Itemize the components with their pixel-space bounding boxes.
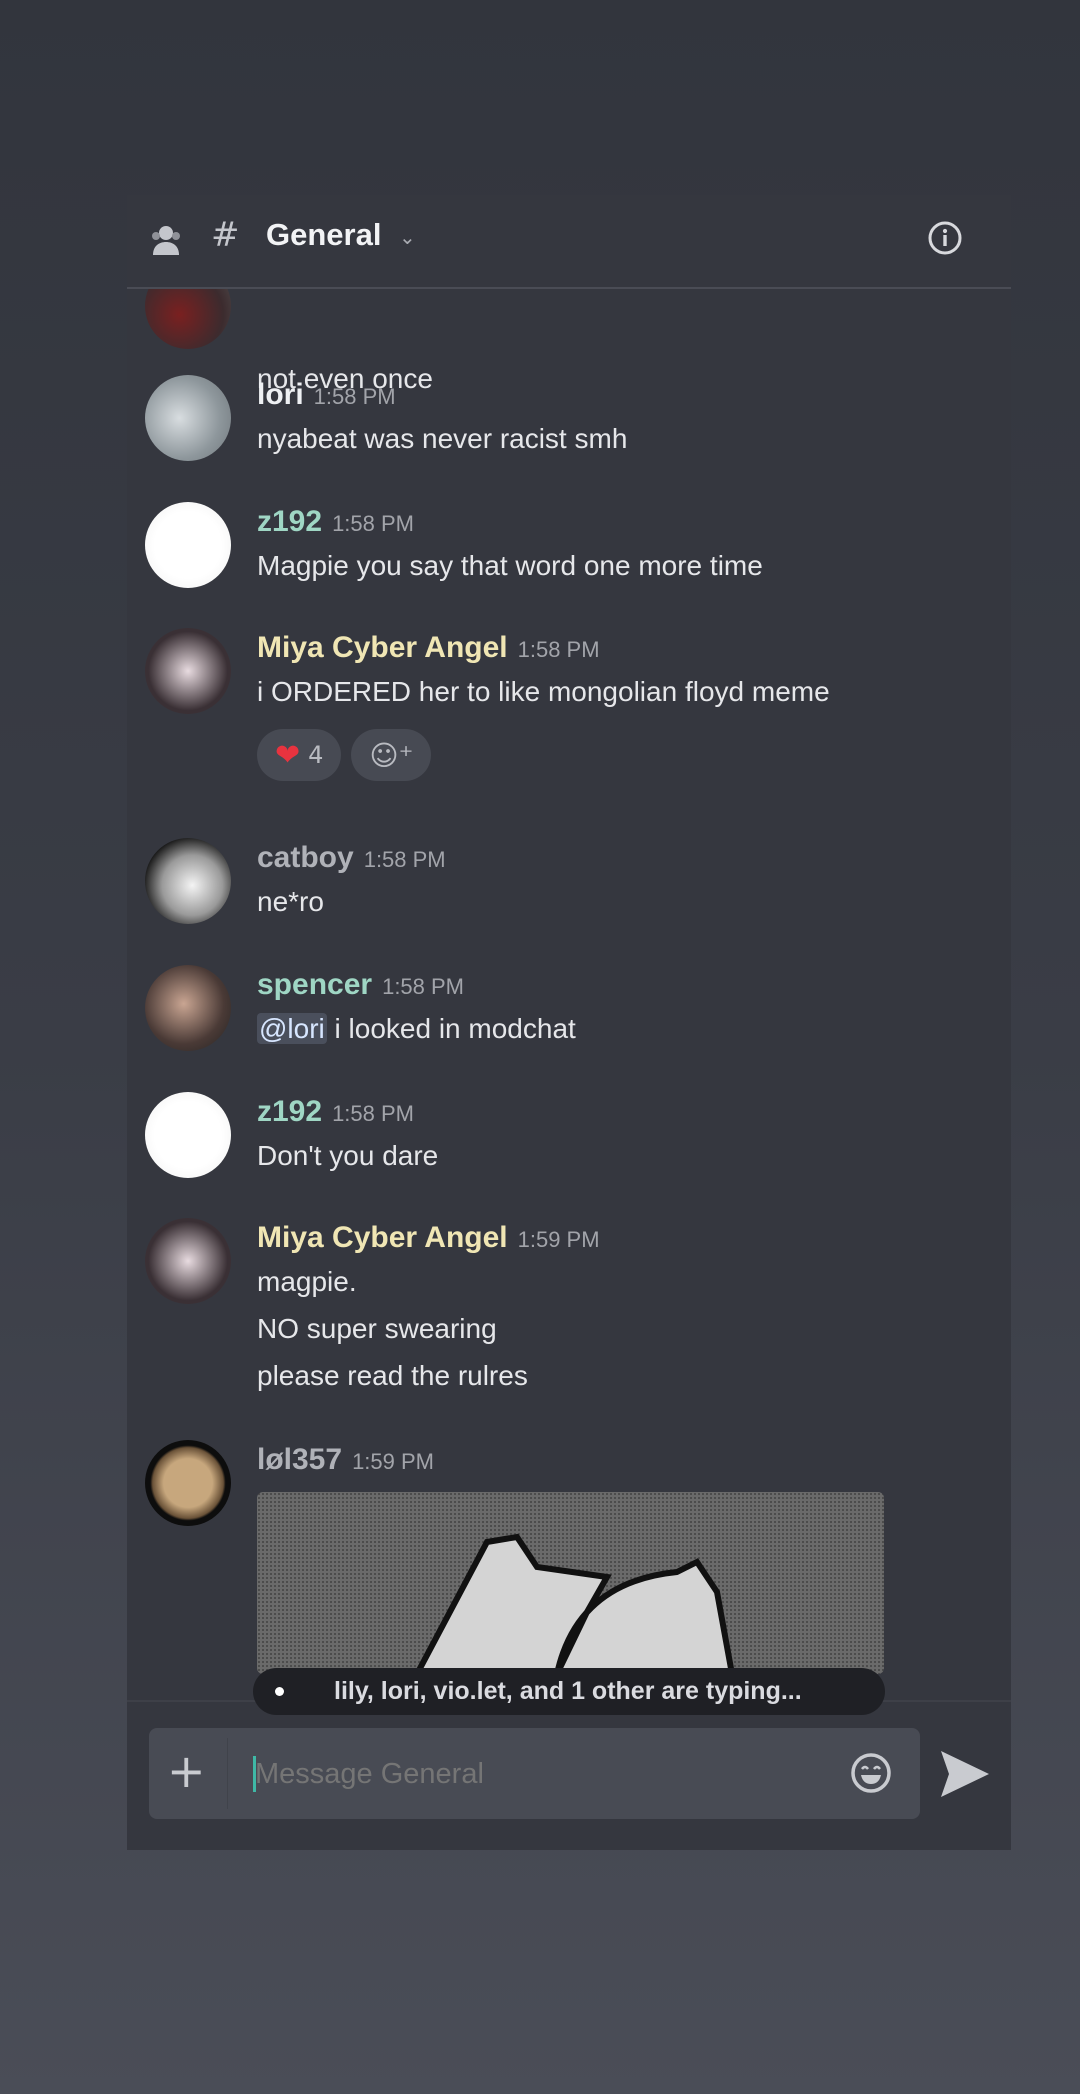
author-name[interactable]: spencer [257, 968, 372, 1001]
message-input[interactable] [253, 1748, 797, 1800]
message-line: nyabeat was never racist smh [257, 423, 628, 454]
message-line: please read the rulres [257, 1360, 528, 1391]
message-text: Don't you dare [257, 1132, 997, 1179]
avatar[interactable] [145, 1218, 231, 1304]
avatar[interactable] [145, 965, 231, 1051]
message-text: ne*ro [257, 878, 997, 925]
timestamp: 1:59 PM [352, 1449, 434, 1474]
timestamp: 1:58 PM [332, 511, 414, 536]
author-name[interactable]: løl357 [257, 1443, 342, 1476]
timestamp: 1:58 PM [382, 974, 465, 999]
typing-text: lily, lori, vio.let, and 1 other are typ… [334, 1677, 802, 1705]
typing-dots-icon [275, 1687, 284, 1696]
info-icon[interactable] [927, 220, 963, 260]
message-line: ne*ro [257, 886, 324, 917]
channel-header: # General ⌄ [127, 195, 1011, 289]
timestamp: 1:58 PM [517, 637, 600, 662]
message-text: nyabeat was never racist smh [257, 415, 997, 462]
composer: + [127, 1700, 1011, 1850]
avatar[interactable] [145, 1092, 231, 1178]
timestamp: 1:58 PM [313, 384, 396, 409]
avatar[interactable] [145, 1440, 231, 1526]
timestamp: 1:59 PM [517, 1227, 600, 1252]
typing-indicator: lily, lori, vio.let, and 1 other are typ… [253, 1668, 885, 1715]
emoji-icon[interactable] [849, 1751, 893, 1799]
reaction-count: 4 [308, 741, 324, 769]
timestamp: 1:58 PM [332, 1101, 414, 1126]
message-text: please read the rulres [257, 1352, 997, 1399]
message-text: magpie. [257, 1258, 997, 1305]
avatar[interactable] [145, 628, 231, 714]
author-name[interactable]: lori [257, 378, 304, 411]
user-mention[interactable]: @lori [257, 1013, 327, 1044]
channel-title[interactable]: General [266, 217, 381, 253]
author-name[interactable]: Miya Cyber Angel [257, 1221, 508, 1254]
add-reaction-button[interactable]: ☺⁺ [351, 729, 432, 781]
author-name[interactable]: z192 [257, 505, 322, 538]
message-line: NO super swearing [257, 1313, 497, 1344]
message-text: NO super swearing [257, 1305, 997, 1352]
chat-panel: # General ⌄ not even once lori 1:58 PM nya… [127, 195, 1011, 1850]
chevron-down-icon[interactable]: ⌄ [399, 225, 416, 249]
message-line: i looked in modchat [326, 1013, 576, 1044]
timestamp: 1:58 PM [363, 847, 446, 872]
author-name[interactable]: catboy [257, 841, 354, 874]
add-reaction-icon: ☺⁺ [369, 738, 414, 772]
message-line: Magpie you say that word one more time [257, 550, 763, 581]
reaction-heart[interactable]: ❤ 4 [257, 729, 342, 781]
message-text: Magpie you say that word one more time [257, 542, 997, 589]
send-icon[interactable] [939, 1749, 991, 1803]
message-text: @lori i looked in modchat [257, 1005, 997, 1052]
avatar[interactable] [145, 838, 231, 924]
avatar[interactable] [145, 502, 231, 588]
plus-icon[interactable]: + [167, 1746, 206, 1796]
message-text: i ORDERED her to like mongolian floyd me… [257, 668, 997, 715]
image-attachment[interactable] [257, 1492, 884, 1674]
message-line: magpie. [257, 1266, 357, 1297]
members-icon[interactable] [149, 223, 183, 261]
hash-icon: # [211, 215, 240, 255]
avatar[interactable] [145, 375, 231, 461]
author-name[interactable]: z192 [257, 1095, 322, 1128]
author-name[interactable]: Miya Cyber Angel [257, 631, 508, 664]
message-input-box[interactable]: + [149, 1728, 920, 1819]
message-line: i ORDERED her to like mongolian floyd me… [257, 676, 830, 707]
heart-icon: ❤ [275, 737, 301, 773]
message-line: Don't you dare [257, 1140, 439, 1171]
